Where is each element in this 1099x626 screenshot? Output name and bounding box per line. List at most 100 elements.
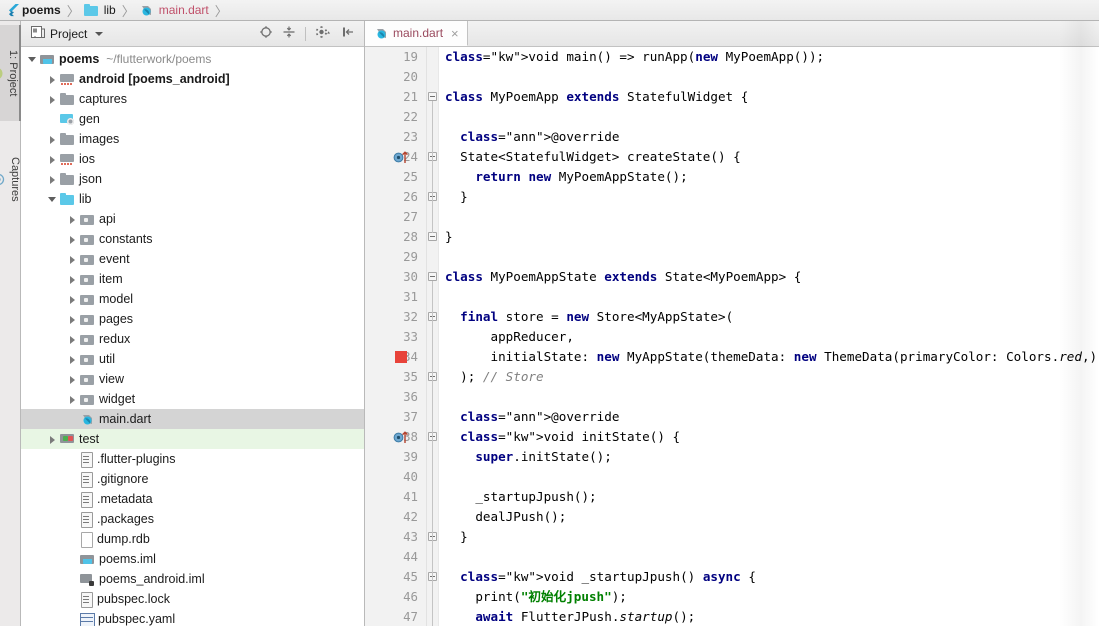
code-line[interactable]: ); // Store (439, 367, 1099, 387)
chevron-right-icon[interactable] (47, 154, 58, 165)
hide-panel-icon[interactable] (341, 25, 355, 42)
error-stripe-marker[interactable] (395, 347, 413, 367)
tree-row[interactable]: lib (21, 189, 364, 209)
code-line[interactable]: class="ann">@override (439, 127, 1099, 147)
code-line[interactable]: class="kw">void main() => runApp(new MyP… (439, 47, 1099, 67)
code-line[interactable]: } (439, 527, 1099, 547)
chevron-right-icon[interactable] (67, 274, 78, 285)
project-panel-title-group[interactable]: Project (25, 25, 104, 42)
tree-row[interactable]: main.dart (21, 409, 364, 429)
code-line[interactable]: initialState: new MyAppState(themeData: … (439, 347, 1099, 367)
code-line[interactable]: } (439, 227, 1099, 247)
close-icon[interactable]: × (451, 27, 459, 40)
override-marker-icon[interactable] (393, 147, 411, 167)
tree-row[interactable]: captures (21, 89, 364, 109)
tree-row[interactable]: pages (21, 309, 364, 329)
chevron-right-icon[interactable] (67, 374, 78, 385)
tree-row[interactable]: pubspec.lock (21, 589, 364, 609)
tree-row[interactable]: api (21, 209, 364, 229)
tree-row[interactable]: poems_android.iml (21, 569, 364, 589)
code-line[interactable]: await FlutterJPush.startup(); (439, 607, 1099, 626)
fold-region-marker[interactable] (428, 92, 437, 101)
settings-gear-icon[interactable] (315, 25, 332, 42)
chevron-right-icon[interactable] (47, 74, 58, 85)
chevron-right-icon[interactable] (47, 174, 58, 185)
line-number-gutter[interactable]: 19 20 21 22 23 24 25 26 27 28 29 30 31 32 33 34 35 36 37 38… (365, 47, 427, 626)
sidebar-item-captures[interactable]: Captures (0, 133, 21, 225)
tree-row[interactable]: item (21, 269, 364, 289)
tab-main-dart[interactable]: main.dart × (365, 21, 468, 46)
chevron-down-icon[interactable] (27, 54, 38, 65)
code-line[interactable]: class MyPoemAppState extends State<MyPoe… (439, 267, 1099, 287)
chevron-right-icon[interactable] (67, 294, 78, 305)
code-line[interactable]: class="kw">void initState() { (439, 427, 1099, 447)
chevron-right-icon[interactable] (67, 334, 78, 345)
tree-row[interactable]: .gitignore (21, 469, 364, 489)
tree-row[interactable]: test (21, 429, 364, 449)
code-line[interactable] (439, 207, 1099, 227)
tree-row[interactable]: images (21, 129, 364, 149)
tree-row[interactable]: android [poems_android] (21, 69, 364, 89)
chevron-right-icon[interactable] (67, 254, 78, 265)
chevron-right-icon[interactable] (47, 134, 58, 145)
chevron-right-icon[interactable] (67, 234, 78, 245)
tree-row[interactable]: dump.rdb (21, 529, 364, 549)
code-line[interactable] (439, 287, 1099, 307)
code-line[interactable]: return new MyPoemAppState(); (439, 167, 1099, 187)
tree-row[interactable]: event (21, 249, 364, 269)
tree-row[interactable]: model (21, 289, 364, 309)
code-line[interactable]: State<StatefulWidget> createState() { (439, 147, 1099, 167)
chevron-right-icon[interactable] (67, 394, 78, 405)
tree-row[interactable]: redux (21, 329, 364, 349)
tree-row[interactable]: constants (21, 229, 364, 249)
code-scroll-area[interactable]: 19 20 21 22 23 24 25 26 27 28 29 30 31 32 33 34 35 36 37 38… (365, 47, 1099, 626)
chevron-down-icon[interactable] (47, 194, 58, 205)
code-line[interactable]: final store = new Store<MyAppState>( (439, 307, 1099, 327)
code-line[interactable]: dealJPush(); (439, 507, 1099, 527)
tree-row[interactable]: pubspec.yaml (21, 609, 364, 626)
chevron-right-icon[interactable] (47, 94, 58, 105)
code-line[interactable] (439, 387, 1099, 407)
project-tree[interactable]: poems ~/flutterwork/poems android [poems_a… (21, 47, 364, 626)
tree-row[interactable]: .metadata (21, 489, 364, 509)
fold-end-marker[interactable] (428, 232, 437, 241)
tree-row[interactable]: .flutter-plugins (21, 449, 364, 469)
code-line[interactable]: super.initState(); (439, 447, 1099, 467)
code-line[interactable]: print("初始化jpush"); (439, 587, 1099, 607)
scroll-from-source-icon[interactable] (259, 25, 273, 42)
code-line[interactable]: _startupJpush(); (439, 487, 1099, 507)
collapse-all-icon[interactable] (282, 25, 296, 42)
breadcrumb-item-lib[interactable]: lib (83, 0, 118, 20)
tree-row[interactable]: ios (21, 149, 364, 169)
code-line[interactable]: appReducer, (439, 327, 1099, 347)
code-line[interactable] (439, 67, 1099, 87)
override-marker-icon[interactable] (393, 427, 411, 447)
code-line[interactable] (439, 467, 1099, 487)
sidebar-item-project[interactable]: 1: Project (0, 25, 21, 121)
tree-row[interactable]: view (21, 369, 364, 389)
fold-region-marker[interactable] (428, 272, 437, 281)
code-line[interactable] (439, 247, 1099, 267)
chevron-right-icon[interactable] (47, 434, 58, 445)
code-line[interactable] (439, 107, 1099, 127)
tree-row[interactable]: .packages (21, 509, 364, 529)
code-line[interactable]: class="ann">@override (439, 407, 1099, 427)
chevron-down-icon[interactable] (95, 31, 104, 36)
code-line[interactable]: } (439, 187, 1099, 207)
chevron-right-icon[interactable] (67, 214, 78, 225)
code-line[interactable]: class="kw">void _startupJpush() async { (439, 567, 1099, 587)
breadcrumb-item-main-dart[interactable]: main.dart (139, 0, 211, 20)
code-line[interactable] (439, 547, 1099, 567)
code-line[interactable]: class MyPoemApp extends StatefulWidget { (439, 87, 1099, 107)
tree-row[interactable]: gen (21, 109, 364, 129)
code-folding-strip[interactable] (427, 47, 439, 626)
tree-row[interactable]: poems ~/flutterwork/poems (21, 49, 364, 69)
tree-row[interactable]: widget (21, 389, 364, 409)
code-text-area[interactable]: class="kw">void main() => runApp(new MyP… (439, 47, 1099, 626)
tree-row[interactable]: util (21, 349, 364, 369)
tree-row[interactable]: json (21, 169, 364, 189)
chevron-right-icon[interactable] (67, 314, 78, 325)
breadcrumb-item-poems[interactable]: poems (6, 0, 63, 20)
chevron-right-icon[interactable] (67, 354, 78, 365)
tree-row[interactable]: poems.iml (21, 549, 364, 569)
